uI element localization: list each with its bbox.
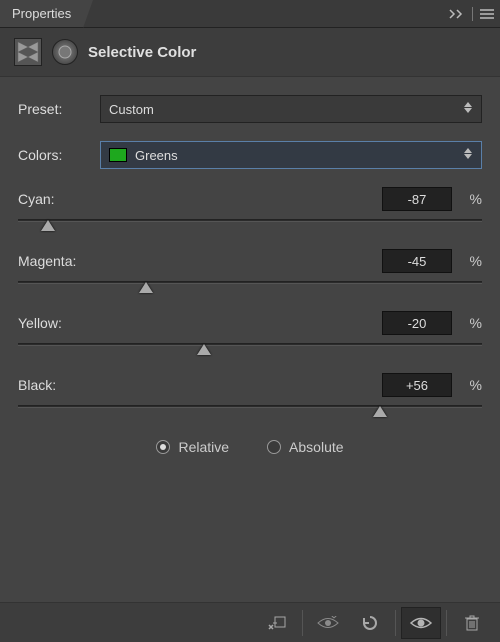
magenta-slider[interactable] <box>18 279 482 293</box>
collapse-icon[interactable] <box>448 8 466 20</box>
magenta-slider-group: Magenta: -45 % <box>18 249 482 293</box>
magenta-value-input[interactable]: -45 <box>382 249 452 273</box>
dropdown-arrows-icon <box>463 147 473 163</box>
clip-to-layer-button[interactable] <box>257 607 297 639</box>
cyan-slider[interactable] <box>18 217 482 231</box>
view-previous-state-button[interactable] <box>308 607 348 639</box>
panel-body: Preset: Custom Colors: Greens Cyan: -87 … <box>0 77 500 602</box>
relative-label: Relative <box>178 439 229 455</box>
black-value-input[interactable]: +56 <box>382 373 452 397</box>
properties-tab[interactable]: Properties <box>0 0 83 27</box>
magenta-unit: % <box>452 253 482 269</box>
panel-title-bar: Properties <box>0 0 500 28</box>
yellow-value-input[interactable]: -20 <box>382 311 452 335</box>
color-swatch-icon <box>109 148 127 162</box>
cyan-slider-thumb[interactable] <box>41 220 55 231</box>
colors-row: Colors: Greens <box>18 141 482 169</box>
panel-menu-icon[interactable] <box>480 9 494 19</box>
preset-label: Preset: <box>18 101 90 117</box>
properties-panel: Properties Selective Color Preset: <box>0 0 500 642</box>
dropdown-arrows-icon <box>463 101 473 117</box>
properties-tab-label: Properties <box>12 6 71 21</box>
delete-button[interactable] <box>452 607 492 639</box>
cyan-unit: % <box>452 191 482 207</box>
adjustment-header: Selective Color <box>0 28 500 77</box>
magenta-label: Magenta: <box>18 253 382 269</box>
black-slider[interactable] <box>18 403 482 417</box>
selective-color-icon <box>52 39 78 65</box>
colors-label: Colors: <box>18 147 90 163</box>
yellow-label: Yellow: <box>18 315 382 331</box>
panel-footer <box>0 602 500 642</box>
cyan-value-input[interactable]: -87 <box>382 187 452 211</box>
preset-dropdown[interactable]: Custom <box>100 95 482 123</box>
yellow-slider-group: Yellow: -20 % <box>18 311 482 355</box>
radio-icon <box>156 440 170 454</box>
colors-dropdown[interactable]: Greens <box>100 141 482 169</box>
colors-value: Greens <box>135 148 455 163</box>
absolute-label: Absolute <box>289 439 343 455</box>
black-slider-thumb[interactable] <box>373 406 387 417</box>
black-label: Black: <box>18 377 382 393</box>
magenta-slider-thumb[interactable] <box>139 282 153 293</box>
toggle-visibility-button[interactable] <box>401 607 441 639</box>
black-unit: % <box>452 377 482 393</box>
relative-radio[interactable]: Relative <box>156 439 229 455</box>
preset-value: Custom <box>109 102 455 117</box>
cyan-slider-group: Cyan: -87 % <box>18 187 482 231</box>
panel-divider-icon <box>470 6 476 22</box>
yellow-unit: % <box>452 315 482 331</box>
yellow-slider-thumb[interactable] <box>197 344 211 355</box>
layer-thumb-icon <box>14 38 42 66</box>
yellow-slider[interactable] <box>18 341 482 355</box>
absolute-radio[interactable]: Absolute <box>267 439 343 455</box>
black-slider-group: Black: +56 % <box>18 373 482 417</box>
mode-radio-group: Relative Absolute <box>18 439 482 455</box>
reset-button[interactable] <box>350 607 390 639</box>
preset-row: Preset: Custom <box>18 95 482 123</box>
adjustment-title: Selective Color <box>88 44 196 61</box>
radio-icon <box>267 440 281 454</box>
cyan-label: Cyan: <box>18 191 382 207</box>
